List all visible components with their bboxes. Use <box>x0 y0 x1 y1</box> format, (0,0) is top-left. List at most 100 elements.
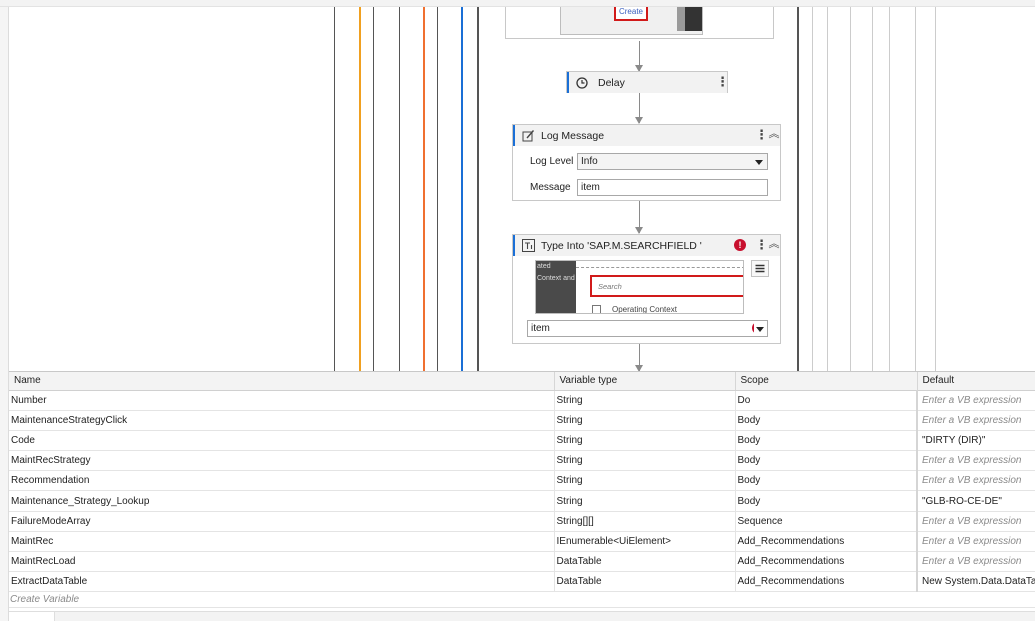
bottom-tab[interactable] <box>9 612 55 621</box>
create-variable-row[interactable]: Create Variable <box>9 592 1035 608</box>
variable-name-cell[interactable]: Recommendation <box>9 470 555 492</box>
container-border <box>850 7 851 371</box>
variable-scope-cell[interactable]: Body <box>735 410 918 431</box>
container-border <box>915 7 916 371</box>
activity-card-screenshot[interactable]: Create <box>505 7 774 39</box>
activity-header[interactable]: Log Message <box>513 125 780 146</box>
activity-log-message[interactable]: Log Message ⋮ ︽ Log Level Info Message i… <box>512 124 781 201</box>
table-row[interactable]: MaintRecStrategy String Body Enter a VB exp… <box>9 450 1035 472</box>
container-border <box>935 7 936 371</box>
column-header-default[interactable]: Default <box>917 372 1035 391</box>
variable-default-cell[interactable]: Enter a VB expression <box>916 410 1035 431</box>
variable-scope-cell[interactable]: Add_Recommendations <box>735 531 918 553</box>
table-row[interactable]: Number String Do Enter a VB expression <box>9 390 1035 411</box>
column-header-scope[interactable]: Scope <box>735 372 918 391</box>
activity-header[interactable]: Delay <box>567 72 727 93</box>
variable-name-cell[interactable]: MaintRec <box>9 531 555 553</box>
container-border <box>373 7 374 371</box>
variable-scope-cell[interactable]: Body <box>735 470 918 492</box>
variable-name-cell[interactable]: Code <box>9 430 555 452</box>
variable-default-cell[interactable]: "GLB-RO-CE-DE" <box>916 490 1035 512</box>
table-row[interactable]: FailureModeArray String[][] Sequence Enter … <box>9 511 1035 532</box>
activity-type-into[interactable]: Type Into 'SAP.M.SEARCHFIELD ' ! ⋮ ︽ ate… <box>512 234 781 344</box>
container-border <box>872 7 873 371</box>
flow-connector <box>635 93 643 124</box>
message-label: Message <box>530 182 571 193</box>
hamburger-menu-icon[interactable] <box>751 260 769 277</box>
variable-type-cell[interactable]: String <box>554 470 736 492</box>
table-row[interactable]: MaintRecLoad DataTable Add_Recommendations… <box>9 551 1035 573</box>
screenshot-divider <box>576 267 743 268</box>
message-input[interactable]: item <box>577 179 768 196</box>
log-level-value: Info <box>581 156 598 167</box>
variable-name-cell[interactable]: MaintRecStrategy <box>9 450 555 472</box>
collapse-icon[interactable]: ︽ <box>768 127 780 141</box>
variable-default-cell[interactable]: "DIRTY (DIR)" <box>916 430 1035 452</box>
variable-scope-cell[interactable]: Add_Recommendations <box>735 571 918 593</box>
log-level-select[interactable]: Info <box>577 153 768 170</box>
table-row[interactable]: Code String Body "DIRTY (DIR)" <box>9 430 1035 452</box>
variable-name-cell[interactable]: FailureModeArray <box>9 511 555 532</box>
screenshot-search-field: Search <box>590 275 743 297</box>
activity-delay[interactable]: Delay ⋮ <box>566 71 729 93</box>
activity-title: Type Into 'SAP.M.SEARCHFIELD ' <box>541 239 702 252</box>
screenshot-text: ated <box>537 263 551 270</box>
variable-default-cell[interactable]: Enter a VB expression <box>916 450 1035 472</box>
log-level-label: Log Level <box>530 156 574 167</box>
screenshot-dark-region <box>685 7 702 31</box>
variable-scope-cell[interactable]: Add_Recommendations <box>735 551 918 573</box>
variable-default-cell[interactable]: Enter a VB expression <box>916 531 1035 553</box>
create-button-label: Create <box>618 7 643 16</box>
collapse-icon[interactable]: ︽ <box>768 237 780 251</box>
variable-scope-cell[interactable]: Body <box>735 430 918 452</box>
variable-name-cell[interactable]: Number <box>9 390 555 411</box>
variable-default-cell[interactable]: New System.Data.DataTable <box>916 571 1035 593</box>
workflow-designer-canvas[interactable]: Create Delay ⋮ Log Message ⋮ ︽ Log Level… <box>9 7 1035 371</box>
log-message-icon <box>521 129 535 143</box>
container-border <box>461 7 463 371</box>
variable-type-cell[interactable]: String <box>554 490 736 512</box>
variable-default-cell[interactable]: Enter a VB expression <box>916 511 1035 532</box>
table-row[interactable]: Recommendation String Body Enter a VB expre… <box>9 470 1035 492</box>
variable-type-cell[interactable]: DataTable <box>554 571 736 593</box>
variable-name-cell[interactable]: ExtractDataTable <box>9 571 555 593</box>
container-border <box>812 7 813 371</box>
variable-name-cell[interactable]: Maintenance_Strategy_Lookup <box>9 490 555 512</box>
error-icon: ! <box>734 239 746 251</box>
variable-scope-cell[interactable]: Body <box>735 450 918 472</box>
variable-default-cell[interactable]: Enter a VB expression <box>916 470 1035 492</box>
variable-scope-cell[interactable]: Do <box>735 390 918 411</box>
column-header-name[interactable]: Name <box>9 372 555 391</box>
table-header-row: Name Variable type Scope Default <box>9 372 1035 391</box>
table-row[interactable]: MaintenanceStrategyClick String Body Enter … <box>9 410 1035 431</box>
table-row[interactable]: MaintRec IEnumerable<UiElement> Add_Recomm… <box>9 531 1035 553</box>
variable-type-cell[interactable]: String <box>554 430 736 452</box>
variable-name-cell[interactable]: MaintenanceStrategyClick <box>9 410 555 431</box>
variable-type-cell[interactable]: IEnumerable<UiElement> <box>554 531 736 553</box>
type-into-icon <box>521 239 535 253</box>
container-border <box>334 7 335 371</box>
variable-type-cell[interactable]: String <box>554 390 736 411</box>
text-input-dropdown[interactable] <box>754 320 768 337</box>
more-options-icon[interactable]: ⋮ <box>755 128 768 142</box>
table-row[interactable]: ExtractDataTable DataTable Add_Recommendat… <box>9 571 1035 593</box>
variable-type-cell[interactable]: DataTable <box>554 551 736 573</box>
variable-scope-cell[interactable]: Body <box>735 490 918 512</box>
variable-type-cell[interactable]: String <box>554 450 736 472</box>
variable-type-cell[interactable]: String <box>554 410 736 431</box>
container-border <box>359 7 361 371</box>
column-header-variable-type[interactable]: Variable type <box>554 372 736 391</box>
variable-scope-cell[interactable]: Sequence <box>735 511 918 532</box>
variables-table-body: Number String Do Enter a VB expression Maint… <box>9 390 1035 593</box>
activity-title: Delay <box>598 76 625 89</box>
more-options-icon[interactable]: ⋮ <box>716 75 729 89</box>
element-screenshot[interactable]: ated Context and Search Operating Contex… <box>535 260 744 314</box>
more-options-icon[interactable]: ⋮ <box>755 238 768 252</box>
variable-type-cell[interactable]: String[][] <box>554 511 736 532</box>
screenshot-text: Context and <box>537 275 575 282</box>
variable-default-cell[interactable]: Enter a VB expression <box>916 390 1035 411</box>
text-input[interactable]: item ! <box>527 320 767 337</box>
variable-name-cell[interactable]: MaintRecLoad <box>9 551 555 573</box>
variable-default-cell[interactable]: Enter a VB expression <box>916 551 1035 573</box>
table-row[interactable]: Maintenance_Strategy_Lookup String Body "GL… <box>9 490 1035 512</box>
